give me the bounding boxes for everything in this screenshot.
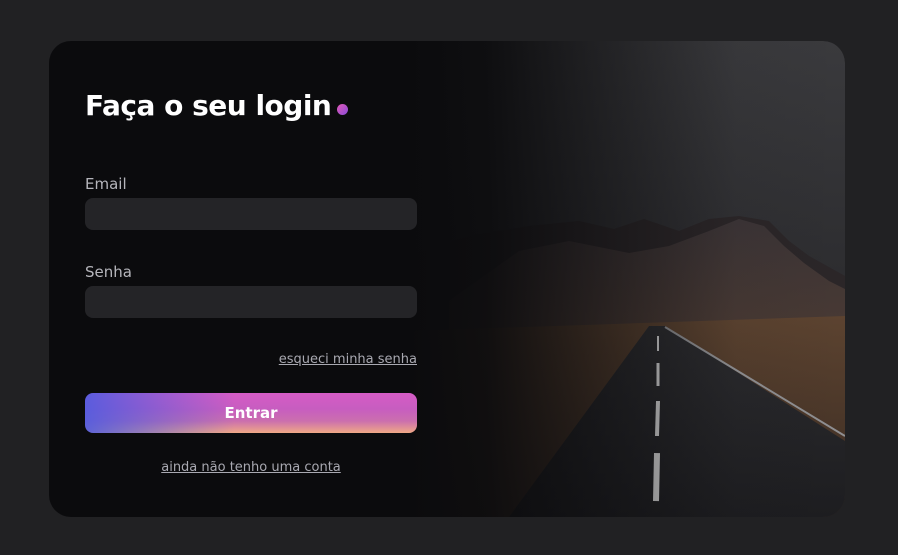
- password-label: Senha: [85, 263, 132, 281]
- email-label: Email: [85, 175, 127, 193]
- login-form: Faça o seu login Email Senha esqueci min…: [85, 41, 417, 517]
- submit-button[interactable]: Entrar: [85, 393, 417, 433]
- page-title-text: Faça o seu login: [85, 89, 332, 122]
- signup-link[interactable]: ainda não tenho uma conta: [85, 460, 417, 475]
- page-title: Faça o seu login: [85, 89, 349, 122]
- gradient-dot-icon: [337, 104, 349, 115]
- forgot-password-link[interactable]: esqueci minha senha: [279, 352, 417, 367]
- image-fade-overlay: [409, 41, 845, 517]
- email-field[interactable]: [85, 198, 417, 230]
- road-mountain-image: [409, 41, 845, 517]
- login-card: Faça o seu login Email Senha esqueci min…: [49, 41, 845, 517]
- password-field[interactable]: [85, 286, 417, 318]
